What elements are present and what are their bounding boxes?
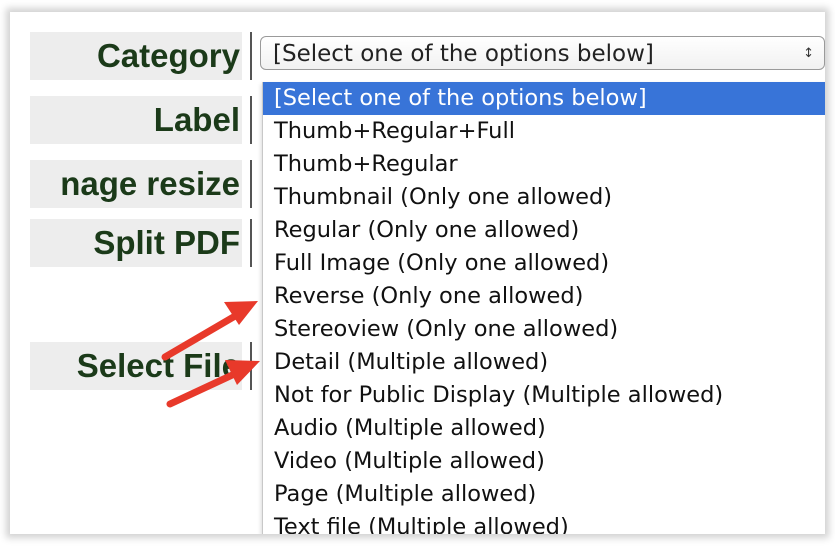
red-arrow-icon bbox=[161, 301, 258, 361]
annotation-arrows bbox=[161, 301, 260, 408]
screenshot-frame: Category Label nage resize Split PDF Sel… bbox=[10, 12, 825, 534]
red-arrow-icon bbox=[166, 360, 260, 408]
